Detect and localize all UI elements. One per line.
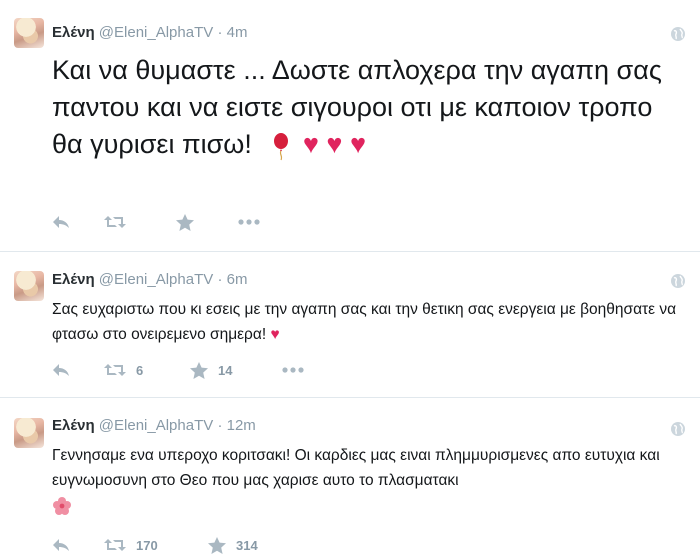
- reply-button[interactable]: [52, 215, 104, 229]
- more-button[interactable]: [238, 219, 260, 225]
- retweet-button[interactable]: 6: [104, 363, 190, 378]
- heart-emoji-icon: ♥: [349, 129, 366, 159]
- tweet[interactable]: Ελένη @Eleni_AlphaTV · 12m Γεννησαμε ενα…: [0, 398, 700, 558]
- retweet-icon: [104, 216, 126, 228]
- tweet-feed: Ελένη @Eleni_AlphaTV · 4m Και να θυμαστε…: [0, 0, 700, 558]
- balloon-emoji-icon: [269, 131, 295, 161]
- globe-icon: [671, 422, 685, 436]
- retweet-button[interactable]: 170: [104, 538, 208, 553]
- avatar[interactable]: [14, 271, 44, 301]
- tweet-text: Σας ευχαριστω που κι εσεις με την αγαπη …: [52, 297, 686, 347]
- reply-button[interactable]: [52, 538, 104, 552]
- retweet-icon: [104, 539, 126, 551]
- tweet-header: Ελένη @Eleni_AlphaTV · 4m: [52, 22, 247, 44]
- star-icon: [208, 536, 226, 554]
- tweet-text: Γεννησαμε ενα υπεροχο κοριτσακι! Οι καρδ…: [52, 443, 686, 516]
- globe-icon: [671, 27, 685, 41]
- tweet-actions: [52, 212, 260, 232]
- retweet-icon: [104, 364, 126, 376]
- avatar[interactable]: [14, 418, 44, 448]
- user-fullname[interactable]: Ελένη: [52, 24, 95, 41]
- user-handle[interactable]: @Eleni_AlphaTV: [99, 271, 213, 288]
- timestamp[interactable]: 12m: [227, 417, 256, 434]
- more-button[interactable]: [282, 367, 304, 373]
- star-icon: [176, 213, 194, 231]
- reply-icon: [53, 539, 69, 551]
- avatar[interactable]: [14, 18, 44, 48]
- tweet-actions: 6 14: [52, 360, 304, 380]
- tweet[interactable]: Ελένη @Eleni_AlphaTV · 6m Σας ευχαριστω …: [0, 252, 700, 398]
- globe-icon: [671, 274, 685, 288]
- separator: ·: [217, 417, 223, 434]
- timestamp[interactable]: 4m: [227, 24, 248, 41]
- heart-emoji-icon: ♥: [326, 129, 343, 159]
- more-icon: [282, 367, 304, 373]
- heart-emoji-icon: ♥: [270, 326, 280, 343]
- more-icon: [238, 219, 260, 225]
- tweet-header: Ελένη @Eleni_AlphaTV · 12m: [52, 415, 256, 437]
- reply-icon: [53, 364, 69, 376]
- heart-emoji-icon: ♥: [302, 129, 319, 159]
- reply-button[interactable]: [52, 363, 104, 377]
- user-handle[interactable]: @Eleni_AlphaTV: [99, 417, 213, 434]
- user-fullname[interactable]: Ελένη: [52, 417, 95, 434]
- retweet-button[interactable]: [104, 215, 176, 229]
- user-fullname[interactable]: Ελένη: [52, 271, 95, 288]
- tweet-text: Και να θυμαστε ... Δωστε απλοχερα την αγ…: [52, 52, 686, 163]
- favorite-count: 14: [218, 362, 233, 378]
- user-handle[interactable]: @Eleni_AlphaTV: [99, 24, 213, 41]
- hibiscus-emoji-icon: [52, 496, 72, 516]
- separator: ·: [217, 271, 223, 288]
- tweet-text-content: Γεννησαμε ενα υπεροχο κοριτσακι! Οι καρδ…: [52, 447, 660, 489]
- retweet-count: 170: [136, 537, 158, 553]
- tweet-actions: 170 314: [52, 535, 300, 555]
- favorite-count: 314: [236, 537, 258, 553]
- favorite-button[interactable]: 14: [190, 361, 282, 379]
- tweet-header: Ελένη @Eleni_AlphaTV · 6m: [52, 269, 247, 291]
- favorite-button[interactable]: 314: [208, 536, 300, 554]
- tweet[interactable]: Ελένη @Eleni_AlphaTV · 4m Και να θυμαστε…: [0, 0, 700, 252]
- timestamp[interactable]: 6m: [227, 271, 248, 288]
- favorite-button[interactable]: [176, 213, 238, 231]
- separator: ·: [217, 24, 223, 41]
- tweet-text-content: Σας ευχαριστω που κι εσεις με την αγαπη …: [52, 301, 677, 343]
- retweet-count: 6: [136, 362, 144, 378]
- reply-icon: [53, 216, 69, 228]
- star-icon: [190, 361, 208, 379]
